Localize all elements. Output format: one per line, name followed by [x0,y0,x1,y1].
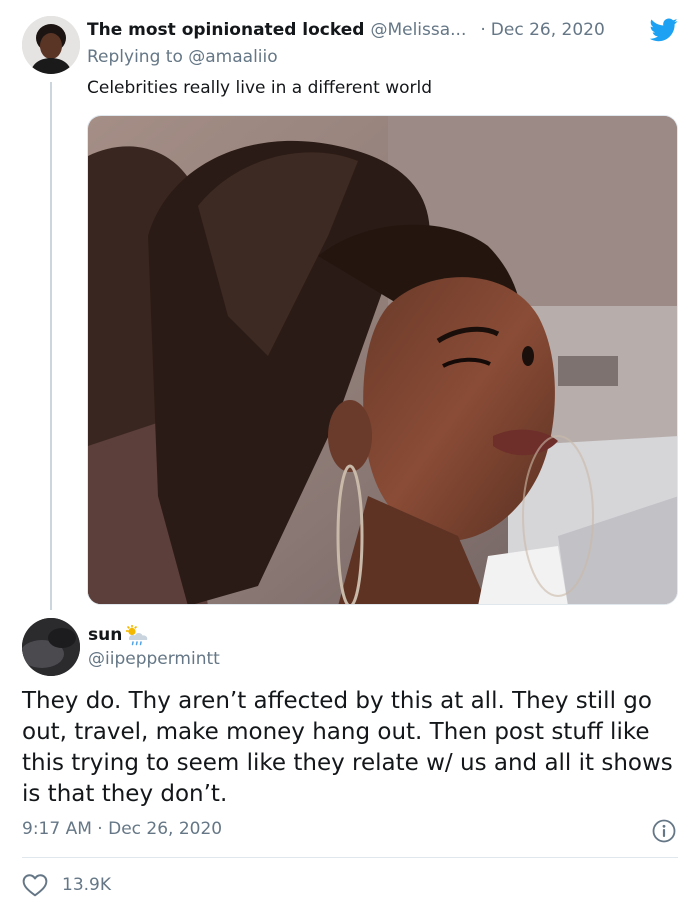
display-name[interactable]: The most opinionated locked [87,20,364,40]
author-name-row: sun [88,624,150,646]
avatar[interactable] [22,618,80,676]
tweet-time[interactable]: 9:17 AM [22,819,92,839]
user-handle[interactable]: @iipeppermintt [88,649,220,669]
divider [22,857,678,858]
thread-connector [50,82,52,610]
replying-to: Replying to @amaaliio [87,47,278,67]
separator-dot: · [480,20,486,40]
avatar[interactable] [22,16,80,74]
replying-mention[interactable]: @amaaliio [188,47,277,67]
sun-behind-rain-cloud-icon [126,625,148,646]
tweet-media-photo[interactable] [87,115,678,605]
heart-icon[interactable] [22,873,48,897]
like-action[interactable]: 13.9K [22,873,111,897]
tweet-date[interactable]: Dec 26, 2020 [108,819,222,839]
tweet-text: Celebrities really live in a different w… [87,78,433,98]
info-icon[interactable] [652,819,676,843]
tweet-header: The most opinionated locked @Melissa... … [87,18,687,42]
tweet-text: They do. Thy aren’t affected by this at … [22,688,673,807]
separator-dot: · [97,819,103,839]
like-count: 13.9K [62,875,111,895]
user-handle[interactable]: @Melissa... [370,20,466,40]
tweet-timestamp[interactable]: 9:17 AM · Dec 26, 2020 [22,819,222,839]
twitter-bird-icon[interactable] [650,18,678,42]
replying-prefix: Replying to [87,47,183,67]
tweet-date[interactable]: Dec 26, 2020 [491,20,605,40]
display-name[interactable]: sun [88,625,122,645]
reply-tweet: The most opinionated locked @Melissa... … [0,0,700,610]
